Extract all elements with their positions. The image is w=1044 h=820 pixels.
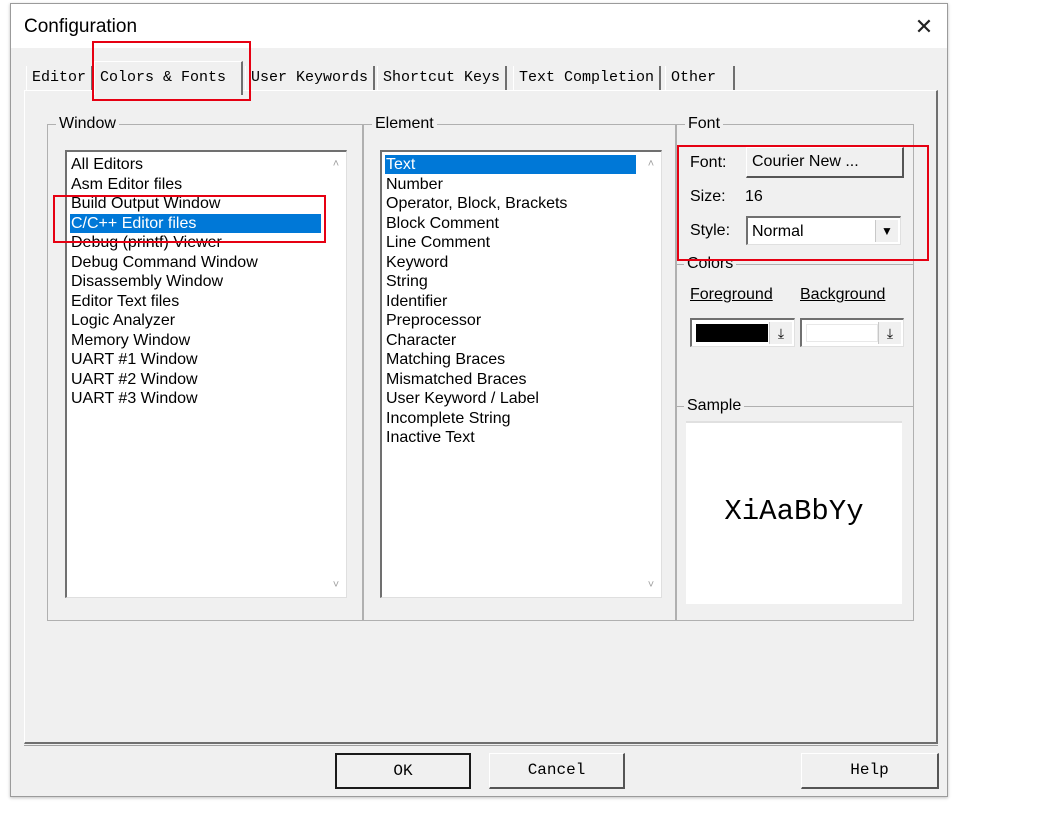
list-item[interactable]: Incomplete String: [385, 409, 511, 428]
size-value: 16: [745, 188, 763, 205]
element-listbox[interactable]: Text Number Operator, Block, Brackets Block…: [380, 150, 662, 598]
style-value: Normal: [752, 223, 804, 240]
tab-other[interactable]: Other: [665, 66, 735, 90]
dropdown-arrow-icon[interactable]: ▼: [875, 220, 898, 242]
style-label: Style:: [690, 222, 731, 239]
divider: [24, 745, 938, 746]
list-item[interactable]: Memory Window: [70, 331, 190, 350]
list-item[interactable]: Inactive Text: [385, 428, 475, 447]
list-item[interactable]: Line Comment: [385, 233, 490, 252]
list-item[interactable]: Build Output Window: [70, 194, 220, 213]
element-group-label: Element: [372, 114, 437, 134]
foreground-color-picker[interactable]: ⤓: [690, 318, 795, 347]
tab-shortcut-keys[interactable]: Shortcut Keys: [377, 66, 508, 90]
list-item[interactable]: UART #2 Window: [70, 370, 198, 389]
background-label: Background: [800, 286, 886, 303]
font-label: Font:: [690, 154, 727, 171]
list-item[interactable]: String: [385, 272, 428, 291]
list-item[interactable]: Character: [385, 331, 456, 350]
size-label: Size:: [690, 188, 726, 205]
list-item[interactable]: All Editors: [70, 155, 143, 174]
foreground-swatch: [696, 324, 768, 342]
background-swatch: [806, 324, 878, 342]
close-icon[interactable]: ✕: [911, 14, 937, 40]
font-group-label: Font: [685, 114, 724, 134]
list-item[interactable]: Keyword: [385, 253, 448, 272]
sample-text: XiAaBbYy: [724, 495, 864, 528]
sample-group-label: Sample: [684, 396, 745, 416]
list-item[interactable]: Debug Command Window: [70, 253, 258, 272]
background-color-picker[interactable]: ⤓: [800, 318, 904, 347]
download-arrow-icon[interactable]: ⤓: [878, 322, 901, 344]
foreground-label: Foreground: [690, 286, 773, 303]
list-item[interactable]: Preprocessor: [385, 311, 481, 330]
window-listbox[interactable]: All Editors Asm Editor files Build Output …: [65, 150, 347, 598]
tab-editor[interactable]: Editor: [26, 66, 94, 90]
download-arrow-icon[interactable]: ⤓: [769, 322, 792, 344]
scroll-up-icon[interactable]: ˄: [326, 154, 346, 174]
list-item[interactable]: Text: [385, 155, 636, 174]
element-scrollbar[interactable]: ˄ ˅: [641, 152, 661, 597]
list-item[interactable]: UART #3 Window: [70, 389, 198, 408]
title-bar: Configuration ✕: [11, 4, 947, 48]
style-dropdown[interactable]: Normal ▼: [746, 216, 901, 245]
list-item[interactable]: Debug (printf) Viewer: [70, 233, 222, 252]
scroll-down-icon[interactable]: ˅: [326, 575, 346, 595]
list-item[interactable]: Editor Text files: [70, 292, 179, 311]
list-item[interactable]: Identifier: [385, 292, 447, 311]
help-button[interactable]: Help: [801, 753, 939, 789]
list-item[interactable]: Mismatched Braces: [385, 370, 527, 389]
list-item[interactable]: User Keyword / Label: [385, 389, 539, 408]
list-item[interactable]: Asm Editor files: [70, 175, 182, 194]
window-title: Configuration: [24, 16, 138, 37]
font-select-button[interactable]: Courier New ...: [746, 147, 904, 178]
sample-preview: XiAaBbYy: [686, 421, 902, 604]
configuration-dialog: Configuration ✕ Editor Colors & Fonts Us…: [10, 3, 948, 797]
tab-text-completion[interactable]: Text Completion: [513, 66, 662, 90]
window-group-label: Window: [56, 114, 119, 134]
list-item[interactable]: UART #1 Window: [70, 350, 198, 369]
cancel-button[interactable]: Cancel: [489, 753, 625, 789]
list-item[interactable]: Matching Braces: [385, 350, 505, 369]
ok-button[interactable]: OK: [335, 753, 471, 789]
list-item[interactable]: Logic Analyzer: [70, 311, 175, 330]
list-item[interactable]: Disassembly Window: [70, 272, 223, 291]
list-item[interactable]: Block Comment: [385, 214, 499, 233]
list-item[interactable]: C/C++ Editor files: [70, 213, 321, 233]
colors-group-label: Colors: [684, 254, 737, 274]
tab-colors-fonts[interactable]: Colors & Fonts: [94, 61, 243, 95]
tab-user-keywords[interactable]: User Keywords: [245, 66, 376, 90]
list-item[interactable]: Number: [385, 175, 443, 194]
scroll-up-icon[interactable]: ˄: [641, 154, 661, 174]
list-item[interactable]: Operator, Block, Brackets: [385, 194, 567, 213]
scroll-down-icon[interactable]: ˅: [641, 575, 661, 595]
window-scrollbar[interactable]: ˄ ˅: [326, 152, 346, 597]
